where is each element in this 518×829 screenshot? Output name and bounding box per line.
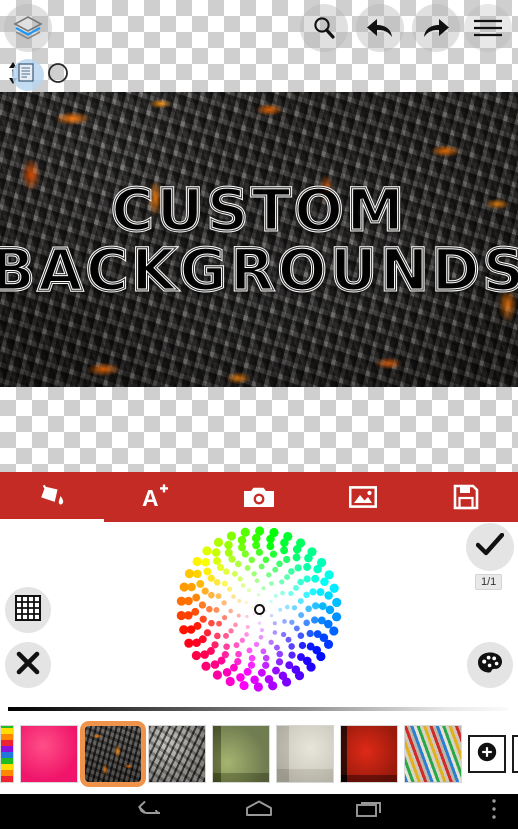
thumbnail-strip[interactable]: [0, 714, 518, 794]
tab-gallery[interactable]: [311, 472, 415, 522]
color-picker-panel: [0, 522, 518, 697]
nav-home-button[interactable]: [228, 794, 290, 829]
overflow-dots-icon: [491, 798, 497, 825]
artwork-image[interactable]: CUSTOM BACKGROUNDS CUSTOM BACKGROUNDS: [0, 92, 518, 387]
search-icon: [311, 15, 337, 41]
paint-bucket-icon: [37, 483, 67, 511]
thumb-camo-texture: [213, 726, 269, 782]
palette-icon: [477, 651, 503, 680]
close-icon: [16, 651, 40, 680]
bottom-tabbar: A: [0, 472, 518, 522]
page-count-badge: 1/1: [475, 574, 503, 590]
check-icon: [475, 532, 505, 562]
tab-text[interactable]: A: [104, 472, 208, 522]
add-background-button[interactable]: [468, 735, 506, 773]
apply-button[interactable]: [466, 523, 514, 571]
back-arrow-icon: [136, 799, 162, 824]
thumb-camo[interactable]: [212, 725, 270, 783]
undo-button[interactable]: [356, 4, 404, 52]
thumb-pink-texture: [21, 726, 77, 782]
circle-outline-icon: [47, 62, 69, 89]
hamburger-icon: [472, 17, 504, 39]
undo-icon: [366, 16, 394, 40]
sub-toolbar: [0, 57, 518, 93]
tab-camera[interactable]: [207, 472, 311, 522]
text-add-icon: A: [140, 483, 170, 511]
thumb-red-tech[interactable]: [340, 725, 398, 783]
color-wheel[interactable]: [175, 525, 343, 693]
layers-icon: [13, 15, 43, 41]
redo-icon: [422, 16, 450, 40]
thumb-lava[interactable]: [80, 721, 146, 787]
artwork-text-line-1: CUSTOM: [109, 175, 408, 244]
redo-button[interactable]: [412, 4, 460, 52]
app-root: CUSTOM BACKGROUNDS CUSTOM BACKGROUNDS: [0, 0, 518, 829]
layers-button[interactable]: [4, 4, 52, 52]
effects-button[interactable]: [512, 735, 518, 773]
color-wheel-selector[interactable]: [253, 603, 265, 615]
image-icon: [348, 484, 377, 510]
thumb-beige[interactable]: [276, 725, 334, 783]
menu-button[interactable]: [464, 4, 512, 52]
thumb-rainbow-texture: [1, 726, 13, 782]
home-icon: [244, 799, 274, 824]
thumb-red-tech-texture: [341, 726, 397, 782]
recents-icon: [355, 799, 383, 824]
android-navigation-bar: [0, 794, 518, 829]
thumb-gray-rock[interactable]: [148, 725, 206, 783]
layer-thumb-button[interactable]: [8, 59, 44, 91]
plus-circle-icon: [475, 740, 499, 769]
thumb-wires-texture: [405, 726, 461, 782]
top-toolbar: [0, 0, 518, 56]
tab-fill[interactable]: [0, 472, 104, 522]
camera-icon: [243, 484, 275, 510]
palette-button[interactable]: [467, 642, 513, 688]
zoom-button[interactable]: [300, 4, 348, 52]
grid-icon: [15, 594, 41, 626]
nav-recents-button[interactable]: [338, 794, 400, 829]
scroll-divider[interactable]: [8, 707, 508, 711]
save-icon: [453, 484, 479, 510]
tab-save[interactable]: [414, 472, 518, 522]
close-button[interactable]: [5, 642, 51, 688]
svg-text:A: A: [142, 485, 159, 511]
thumb-pink[interactable]: [20, 725, 78, 783]
thumb-gray-rock-texture: [149, 726, 205, 782]
thumb-beige-texture: [277, 726, 333, 782]
artwork-text-line-2: BACKGROUNDS: [0, 235, 518, 304]
thumb-rainbow[interactable]: [0, 725, 14, 783]
nav-more-button[interactable]: [480, 794, 508, 829]
nav-back-button[interactable]: [118, 794, 180, 829]
opacity-button[interactable]: [44, 61, 72, 89]
artwork-text-group: CUSTOM BACKGROUNDS: [0, 92, 518, 387]
thumb-lava-texture: [85, 726, 141, 782]
thumb-wires[interactable]: [404, 725, 462, 783]
pattern-grid-button[interactable]: [5, 587, 51, 633]
